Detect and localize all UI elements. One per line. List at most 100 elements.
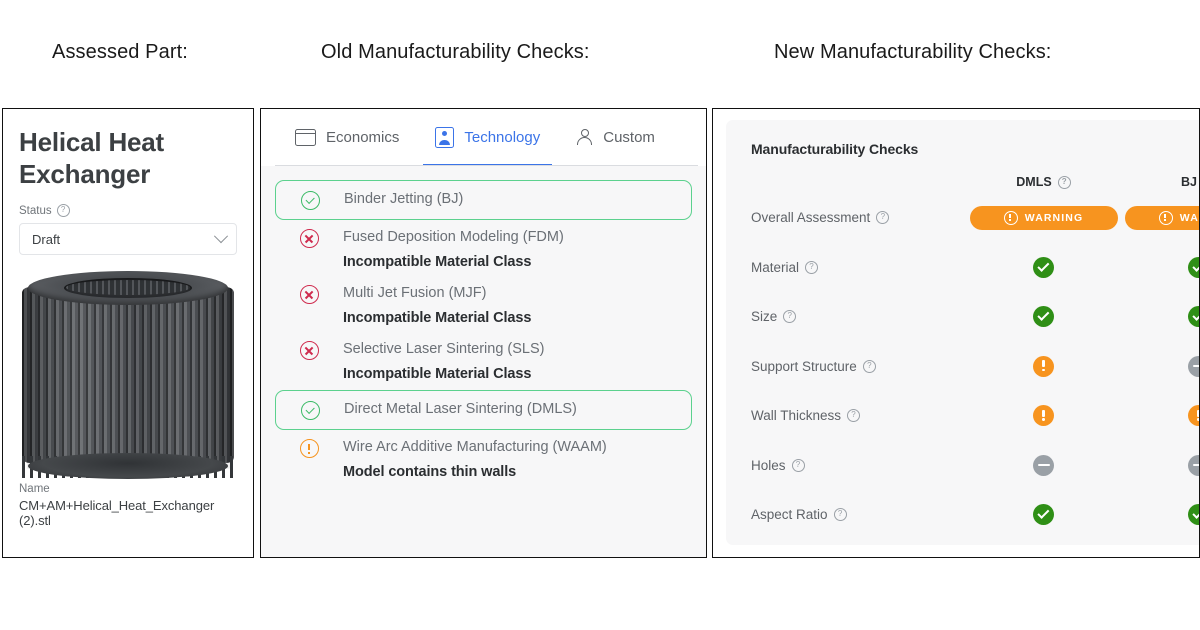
check-circle-icon bbox=[300, 191, 320, 210]
row-label-text: Material bbox=[751, 259, 800, 275]
tab-custom[interactable]: Custom bbox=[558, 109, 673, 166]
check-filled-icon bbox=[1188, 256, 1199, 278]
row-label: Size bbox=[751, 309, 966, 324]
help-icon[interactable] bbox=[876, 211, 890, 225]
old-checks-panel: Economics Technology Custom Binder Jetti… bbox=[260, 108, 707, 558]
technology-name: Wire Arc Additive Manufacturing (WAAM) bbox=[343, 439, 607, 456]
help-icon[interactable] bbox=[862, 359, 876, 373]
tab-bar: Economics Technology Custom bbox=[261, 109, 706, 166]
row-label: Aspect Ratio bbox=[751, 507, 966, 522]
warning-filled-icon bbox=[1033, 405, 1054, 427]
list-item[interactable]: Wire Arc Additive Manufacturing (WAAM) M… bbox=[275, 432, 692, 488]
table-row: Size bbox=[751, 292, 1199, 342]
list-item-text: Multi Jet Fusion (MJF) Incompatible Mate… bbox=[343, 284, 692, 328]
page-title: Helical Heat Exchanger bbox=[19, 127, 165, 189]
help-icon[interactable] bbox=[805, 260, 819, 274]
status-badge-label: WARNING bbox=[1024, 211, 1084, 224]
comparison-screenshot: Assessed Part: Old Manufacturability Che… bbox=[0, 0, 1200, 630]
technology-name: Multi Jet Fusion (MJF) bbox=[343, 285, 487, 302]
check-circle-icon bbox=[300, 401, 320, 421]
row-label: Holes bbox=[751, 458, 966, 473]
cell-bj bbox=[1121, 454, 1199, 476]
list-item[interactable]: Fused Deposition Modeling (FDM) Incompat… bbox=[275, 222, 692, 278]
table-row: Overall Assessment WARNING WARNING bbox=[751, 193, 1199, 243]
technology-name: Fused Deposition Modeling (FDM) bbox=[343, 229, 564, 245]
cell-bj bbox=[1121, 355, 1199, 377]
tab-economics[interactable]: Economics bbox=[277, 109, 417, 166]
row-label-text: Wall Thickness bbox=[751, 408, 842, 424]
help-icon[interactable] bbox=[847, 409, 861, 423]
help-icon[interactable] bbox=[1057, 175, 1071, 189]
row-label: Overall Assessment bbox=[751, 210, 966, 225]
list-item[interactable]: Binder Jetting (BJ) bbox=[275, 180, 692, 220]
file-name-block: Name CM+AM+Helical_Heat_Exchanger (2).st… bbox=[3, 479, 253, 528]
caption-old-checks: Old Manufacturability Checks: bbox=[321, 41, 590, 63]
warning-circle-icon bbox=[299, 439, 319, 459]
cell-dmls bbox=[966, 504, 1121, 526]
caption-new-checks: New Manufacturability Checks: bbox=[774, 41, 1052, 63]
cell-bj bbox=[1121, 306, 1199, 328]
not-applicable-icon bbox=[1188, 454, 1199, 476]
column-header-dmls-label: DMLS bbox=[1016, 175, 1052, 189]
person-icon bbox=[576, 128, 593, 147]
row-label-text: Aspect Ratio bbox=[751, 507, 828, 523]
cell-dmls bbox=[966, 405, 1121, 427]
model-top-teeth bbox=[66, 280, 190, 296]
row-label: Material bbox=[751, 260, 966, 275]
technology-name: Selective Laser Sintering (SLS) bbox=[343, 341, 545, 358]
cell-bj bbox=[1121, 504, 1199, 526]
tab-technology[interactable]: Technology bbox=[417, 109, 558, 166]
help-icon[interactable] bbox=[833, 508, 847, 522]
column-header-dmls: DMLS bbox=[966, 175, 1121, 189]
part-3d-render[interactable] bbox=[19, 269, 237, 480]
list-item-text: Direct Metal Laser Sintering (DMLS) bbox=[344, 400, 691, 420]
caption-assessed-part: Assessed Part: bbox=[52, 41, 188, 63]
table-row: Holes bbox=[751, 441, 1199, 491]
status-icon-wrap bbox=[275, 340, 343, 361]
status-badge-label: WARNING bbox=[1179, 211, 1199, 224]
cell-dmls bbox=[966, 306, 1121, 328]
check-filled-icon bbox=[1033, 306, 1054, 328]
model-fins bbox=[22, 287, 234, 470]
technology-reason: Incompatible Material Class bbox=[343, 253, 532, 270]
list-item[interactable]: Direct Metal Laser Sintering (DMLS) bbox=[275, 390, 692, 431]
list-item-text: Binder Jetting (BJ) bbox=[344, 190, 691, 210]
card-icon bbox=[295, 129, 316, 146]
help-icon[interactable] bbox=[56, 204, 70, 218]
table-row: Material bbox=[751, 243, 1199, 293]
tab-economics-label: Economics bbox=[326, 129, 400, 146]
status-icon-wrap bbox=[275, 284, 343, 305]
help-icon[interactable] bbox=[791, 458, 805, 472]
status-label-text: Status bbox=[19, 204, 52, 217]
not-applicable-icon bbox=[1033, 454, 1054, 476]
new-checks-panel: Manufacturability Checks DMLS BJ Ov bbox=[712, 108, 1200, 558]
technology-name: Direct Metal Laser Sintering (DMLS) bbox=[344, 401, 577, 418]
x-circle-icon bbox=[299, 229, 319, 248]
list-item[interactable]: Multi Jet Fusion (MJF) Incompatible Mate… bbox=[275, 278, 692, 334]
assessed-part-panel: Helical Heat Exchanger Status Draft bbox=[2, 108, 254, 558]
x-circle-icon bbox=[299, 285, 319, 305]
status-select-value: Draft bbox=[32, 231, 61, 247]
status-badge: WARNING bbox=[1124, 205, 1199, 230]
list-item[interactable]: Selective Laser Sintering (SLS) Incompat… bbox=[275, 334, 692, 390]
status-icon-wrap bbox=[275, 438, 343, 459]
list-item-text: Selective Laser Sintering (SLS) Incompat… bbox=[343, 340, 692, 384]
technology-reason: Model contains thin walls bbox=[343, 463, 517, 480]
status-icon-wrap bbox=[275, 228, 343, 248]
status-icon-wrap bbox=[276, 400, 344, 421]
row-label-text: Support Structure bbox=[751, 358, 857, 374]
status-field-label: Status bbox=[19, 204, 237, 218]
cell-bj bbox=[1121, 405, 1199, 427]
table-row: Support Structure bbox=[751, 342, 1199, 392]
status-select[interactable]: Draft bbox=[19, 223, 237, 256]
cell-dmls bbox=[966, 355, 1121, 377]
help-icon[interactable] bbox=[783, 310, 797, 324]
cell-dmls bbox=[966, 256, 1121, 278]
tab-custom-label: Custom bbox=[603, 129, 655, 146]
list-item-text: Wire Arc Additive Manufacturing (WAAM) M… bbox=[343, 438, 692, 482]
cell-dmls bbox=[966, 454, 1121, 476]
table-header-row: DMLS BJ bbox=[751, 171, 1199, 193]
check-filled-icon bbox=[1188, 504, 1199, 526]
heat-exchanger-model bbox=[22, 271, 234, 480]
name-label: Name bbox=[19, 483, 50, 496]
